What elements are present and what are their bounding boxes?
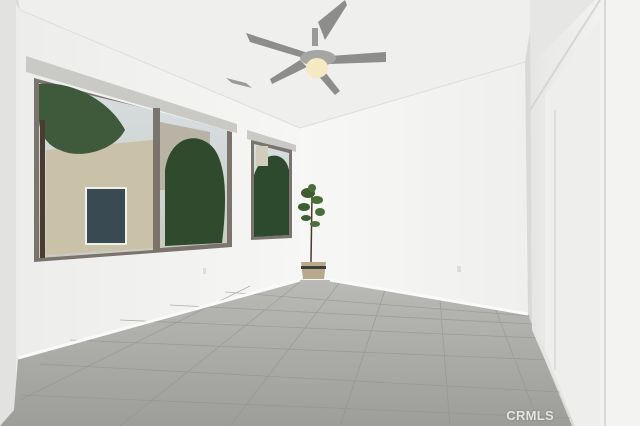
wall-outlet xyxy=(457,266,461,272)
room-illustration xyxy=(0,0,640,426)
wall-outlet-left xyxy=(203,268,206,274)
room-photo: CRMLS xyxy=(0,0,640,426)
closet-sliding-door xyxy=(529,0,640,426)
window-small xyxy=(251,140,292,240)
left-edge-wall xyxy=(0,0,16,426)
watermark-text: CRMLS xyxy=(506,408,554,423)
